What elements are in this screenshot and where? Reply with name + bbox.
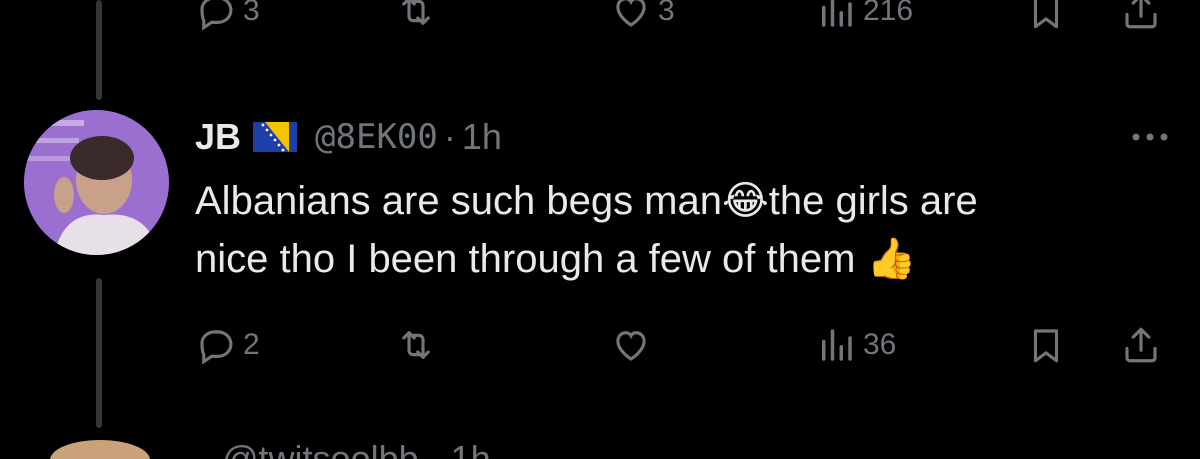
- heart-icon: [616, 0, 646, 27]
- thread-connector-line: [96, 0, 102, 100]
- thread-connector-line: [96, 278, 102, 428]
- tweet-action-bar: 2 36: [195, 320, 1185, 370]
- thumbs-up-emoji-icon: 👍: [866, 236, 917, 282]
- more-options-button[interactable]: [1128, 122, 1172, 152]
- bookmark-button[interactable]: [1025, 0, 1067, 36]
- laughing-emoji-icon: 😂: [722, 178, 769, 224]
- reply-icon: [200, 0, 233, 31]
- like-button[interactable]: [610, 320, 652, 370]
- bookmark-icon: [1033, 0, 1059, 29]
- bosnia-flag-icon: [253, 122, 298, 152]
- tweet-text-segment: nice tho I been through a few of them: [195, 237, 867, 281]
- bookmark-icon: [1033, 329, 1059, 363]
- reply-button[interactable]: 2: [195, 320, 260, 370]
- views-count: 216: [863, 0, 914, 27]
- reply-icon: [200, 330, 233, 365]
- tweet-text-line-2: nice tho I been through a few of them 👍: [195, 230, 1155, 288]
- display-name[interactable]: JB: [195, 116, 241, 158]
- more-dots-icon: [1132, 133, 1168, 141]
- tweet-body: Albanians are such begs man😂the girls ar…: [195, 172, 1155, 288]
- tweet-header: JB @8EK00 · 1h: [195, 112, 502, 162]
- tweet-text-segment: the girls are: [768, 179, 978, 223]
- separator-dot: ·: [443, 116, 456, 157]
- next-reply-avatar[interactable]: [50, 440, 150, 459]
- reply-count: 3: [243, 0, 260, 27]
- tweet-text-line-1: Albanians are such begs man😂the girls ar…: [195, 172, 1155, 230]
- share-icon: [1125, 0, 1157, 29]
- share-icon: [1125, 327, 1157, 363]
- user-handle[interactable]: @8EK00: [315, 117, 438, 157]
- views-chart-icon: [822, 0, 852, 27]
- tweet-text-segment: Albanians are such begs man: [195, 179, 722, 223]
- share-button[interactable]: [1120, 0, 1162, 36]
- repost-button[interactable]: [395, 0, 437, 36]
- like-button[interactable]: 3: [610, 0, 675, 36]
- views-button[interactable]: 36: [815, 320, 896, 370]
- heart-icon: [616, 331, 646, 361]
- avatar[interactable]: [24, 110, 169, 255]
- share-button[interactable]: [1120, 320, 1162, 370]
- repost-icon: [402, 331, 430, 359]
- repost-button[interactable]: [395, 320, 437, 370]
- views-button[interactable]: 216: [815, 0, 913, 36]
- views-count: 36: [863, 328, 897, 361]
- next-reply-handle[interactable]: @twitsoolbb · 1h: [222, 438, 491, 459]
- views-chart-icon: [822, 329, 852, 361]
- reply-count: 2: [243, 328, 260, 361]
- profile-photo: [24, 110, 169, 255]
- like-count: 3: [658, 0, 675, 27]
- bookmark-button[interactable]: [1025, 320, 1067, 370]
- timestamp[interactable]: 1h: [462, 116, 502, 158]
- reply-button[interactable]: 3: [195, 0, 260, 36]
- tweet-thread-view: 3 3 216 JB @8EK00 · 1h Albanians are suc…: [0, 0, 1200, 459]
- prev-tweet-action-bar: 3 3 216: [195, 0, 1185, 36]
- repost-icon: [402, 0, 430, 25]
